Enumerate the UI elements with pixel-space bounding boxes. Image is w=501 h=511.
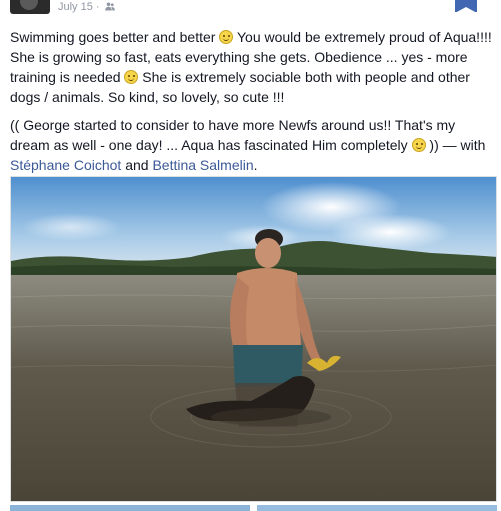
post-text-segment: (( George started to consider to have mo… [10,117,456,153]
photo-thumbnail[interactable] [257,505,497,511]
tagged-person-link[interactable]: Stéphane Coichot [10,157,121,173]
post-meta: July 15 · [58,0,115,14]
meta-separator: · [95,1,100,13]
post-text-segment: )) — with [425,137,486,153]
more-photos-strip[interactable] [10,505,497,511]
post-text-segment: and [121,157,153,173]
tagged-person-link[interactable]: Bettina Salmelin [152,157,253,173]
post-paragraph-1: Swimming goes better and better You woul… [10,27,498,107]
post-text-segment: . [253,157,258,173]
post-body: Swimming goes better and better You woul… [10,27,498,183]
lake-photo-image [11,177,496,501]
post-photo[interactable] [10,176,497,502]
smiley-emoji-icon [411,138,426,152]
author-avatar[interactable] [10,0,50,14]
photo-thumbnail[interactable] [10,505,250,511]
smiley-emoji-icon [219,30,234,44]
post-date[interactable]: July 15 [58,1,93,13]
post-paragraph-2: (( George started to consider to have mo… [10,115,498,175]
post-text-segment: Swimming goes better and better [10,29,220,45]
friends-icon[interactable] [104,2,115,11]
smiley-emoji-icon [124,70,139,84]
bookmark-icon[interactable] [455,0,477,13]
